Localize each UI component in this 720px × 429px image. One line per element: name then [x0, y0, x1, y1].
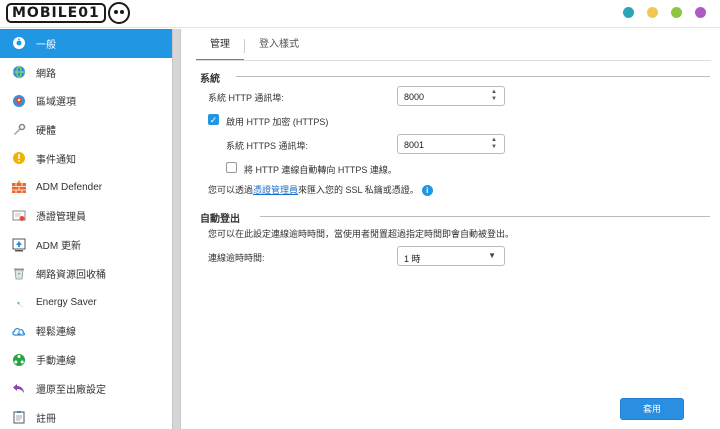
section-divider: [236, 76, 710, 77]
chevron-down-icon[interactable]: ▼: [490, 96, 498, 103]
recycle-bin-icon: [11, 265, 27, 281]
tab-management[interactable]: 管理: [196, 33, 244, 61]
chevron-up-icon[interactable]: ▲: [490, 89, 498, 96]
sidebar-item-adm-defender[interactable]: ADM Defender: [0, 173, 172, 202]
certificate-icon: [11, 208, 27, 224]
http-port-stepper[interactable]: 8000 ▲ ▼: [397, 86, 505, 106]
settings-sidebar: 一般 網路 區域選項 硬體 事件通知 ADM Defender 憑證管理員 AD…: [0, 29, 172, 429]
chevron-up-icon[interactable]: ▲: [490, 137, 498, 144]
firewall-icon: [11, 179, 27, 195]
sidebar-item-label: ADM 更新: [36, 241, 81, 253]
http-port-label: 系統 HTTP 通訊埠:: [208, 93, 284, 103]
section-title-system: 系統: [200, 74, 220, 85]
sidebar-item-label: 還原至出廠設定: [36, 384, 106, 396]
globe-icon: [11, 64, 27, 80]
window-controls: [623, 7, 706, 18]
restore-arrow-icon: [11, 380, 27, 396]
sidebar-item-manual-connect[interactable]: 手動連線: [0, 345, 172, 374]
sidebar-item-label: ADM Defender: [36, 181, 103, 193]
sidebar-item-label: 一般: [36, 39, 56, 51]
sidebar-item-energy-saver[interactable]: Energy Saver: [0, 288, 172, 317]
ssl-hint-prefix: 您可以透過: [208, 185, 254, 195]
tab-bar: 管理 登入樣式: [196, 33, 313, 61]
logo-text: MOBILE01: [6, 3, 106, 23]
logo-face-icon: [107, 2, 130, 24]
chevron-down-icon: ▼: [488, 251, 496, 260]
sidebar-item-notification[interactable]: 事件通知: [0, 144, 172, 173]
sidebar-item-recycle-bin[interactable]: 網路資源回收桶: [0, 259, 172, 288]
tab-underline: [196, 60, 711, 61]
energy-bolt-icon: [11, 294, 27, 310]
info-icon[interactable]: i: [421, 185, 433, 197]
https-redirect-checkbox[interactable]: [226, 162, 237, 173]
section-divider: [260, 216, 710, 217]
warning-icon: [11, 150, 27, 166]
location-pin-icon: [11, 93, 27, 109]
sidebar-item-label: 硬體: [36, 126, 56, 138]
sidebar-item-hardware[interactable]: 硬體: [0, 115, 172, 144]
hardware-wrench-icon: [11, 122, 27, 138]
sidebar-item-label: 手動連線: [36, 356, 76, 368]
window-dot-green[interactable]: [671, 7, 682, 18]
sidebar-item-label: 網路: [36, 68, 56, 80]
register-clipboard-icon: [11, 409, 27, 425]
sidebar-item-label: 輕鬆連線: [36, 327, 76, 339]
window-dot-teal[interactable]: [623, 7, 634, 18]
https-port-label: 系統 HTTPS 通訊埠:: [226, 141, 309, 151]
window-dot-yellow[interactable]: [647, 7, 658, 18]
sidebar-item-register[interactable]: 註冊: [0, 403, 172, 429]
cloud-connect-icon: [11, 323, 27, 339]
sidebar-item-label: Energy Saver: [36, 296, 97, 308]
https-port-stepper[interactable]: 8001 ▲ ▼: [397, 134, 505, 154]
tab-login-style[interactable]: 登入樣式: [245, 33, 313, 61]
general-gear-icon: [11, 35, 27, 51]
sidebar-item-general[interactable]: 一般: [0, 29, 172, 58]
sidebar-item-label: 網路資源回收桶: [36, 269, 106, 281]
auto-logout-description: 您可以在此設定連線逾時時間，當使用者閒置超過指定時間即會自動被登出。: [208, 229, 515, 239]
window-dot-purple[interactable]: [695, 7, 706, 18]
sidebar-item-adm-update[interactable]: ADM 更新: [0, 230, 172, 259]
timeout-value: 1 時: [404, 254, 421, 264]
sidebar-item-factory-reset[interactable]: 還原至出廠設定: [0, 374, 172, 403]
sidebar-item-label: 區域選項: [36, 97, 76, 109]
https-enable-checkbox[interactable]: ✓: [208, 114, 219, 125]
ssl-hint-suffix: 來匯入您的 SSL 私鑰或憑證。: [298, 185, 419, 195]
https-enable-label: 啟用 HTTP 加密 (HTTPS): [226, 117, 329, 127]
section-title-auto-logout: 自動登出: [200, 214, 240, 225]
https-redirect-label: 將 HTTP 連線自動轉向 HTTPS 連線。: [244, 165, 397, 175]
ssl-hint-text: 您可以透過憑證管理員來匯入您的 SSL 私鑰或憑證。 i: [208, 183, 433, 197]
timeout-label: 連線逾時時間:: [208, 253, 265, 263]
sidebar-item-network[interactable]: 網路: [0, 58, 172, 87]
sidebar-scrollbar[interactable]: [172, 29, 181, 429]
timeout-select[interactable]: 1 時 ▼: [397, 246, 505, 266]
certificate-manager-link[interactable]: 憑證管理員: [253, 185, 298, 195]
sidebar-item-label: 註冊: [36, 413, 56, 425]
stepper-arrows[interactable]: ▲ ▼: [490, 89, 498, 103]
manual-connect-icon: [11, 352, 27, 368]
http-port-value: 8000: [404, 92, 425, 102]
update-icon: [11, 237, 27, 253]
settings-panel: 管理 登入樣式 系統 系統 HTTP 通訊埠: 8000 ▲ ▼ ✓ 啟用 HT…: [182, 29, 720, 429]
sidebar-item-easy-connect[interactable]: 輕鬆連線: [0, 317, 172, 346]
chevron-down-icon[interactable]: ▼: [490, 144, 498, 151]
sidebar-item-region[interactable]: 區域選項: [0, 87, 172, 116]
title-bar: MOBILE01: [0, 0, 720, 28]
sidebar-item-certificate[interactable]: 憑證管理員: [0, 202, 172, 231]
stepper-arrows[interactable]: ▲ ▼: [490, 137, 498, 151]
sidebar-item-label: 憑證管理員: [36, 212, 86, 224]
sidebar-item-label: 事件通知: [36, 154, 76, 166]
apply-button[interactable]: 套用: [620, 398, 684, 420]
app-logo: MOBILE01: [6, 2, 130, 24]
https-port-value: 8001: [404, 140, 425, 150]
